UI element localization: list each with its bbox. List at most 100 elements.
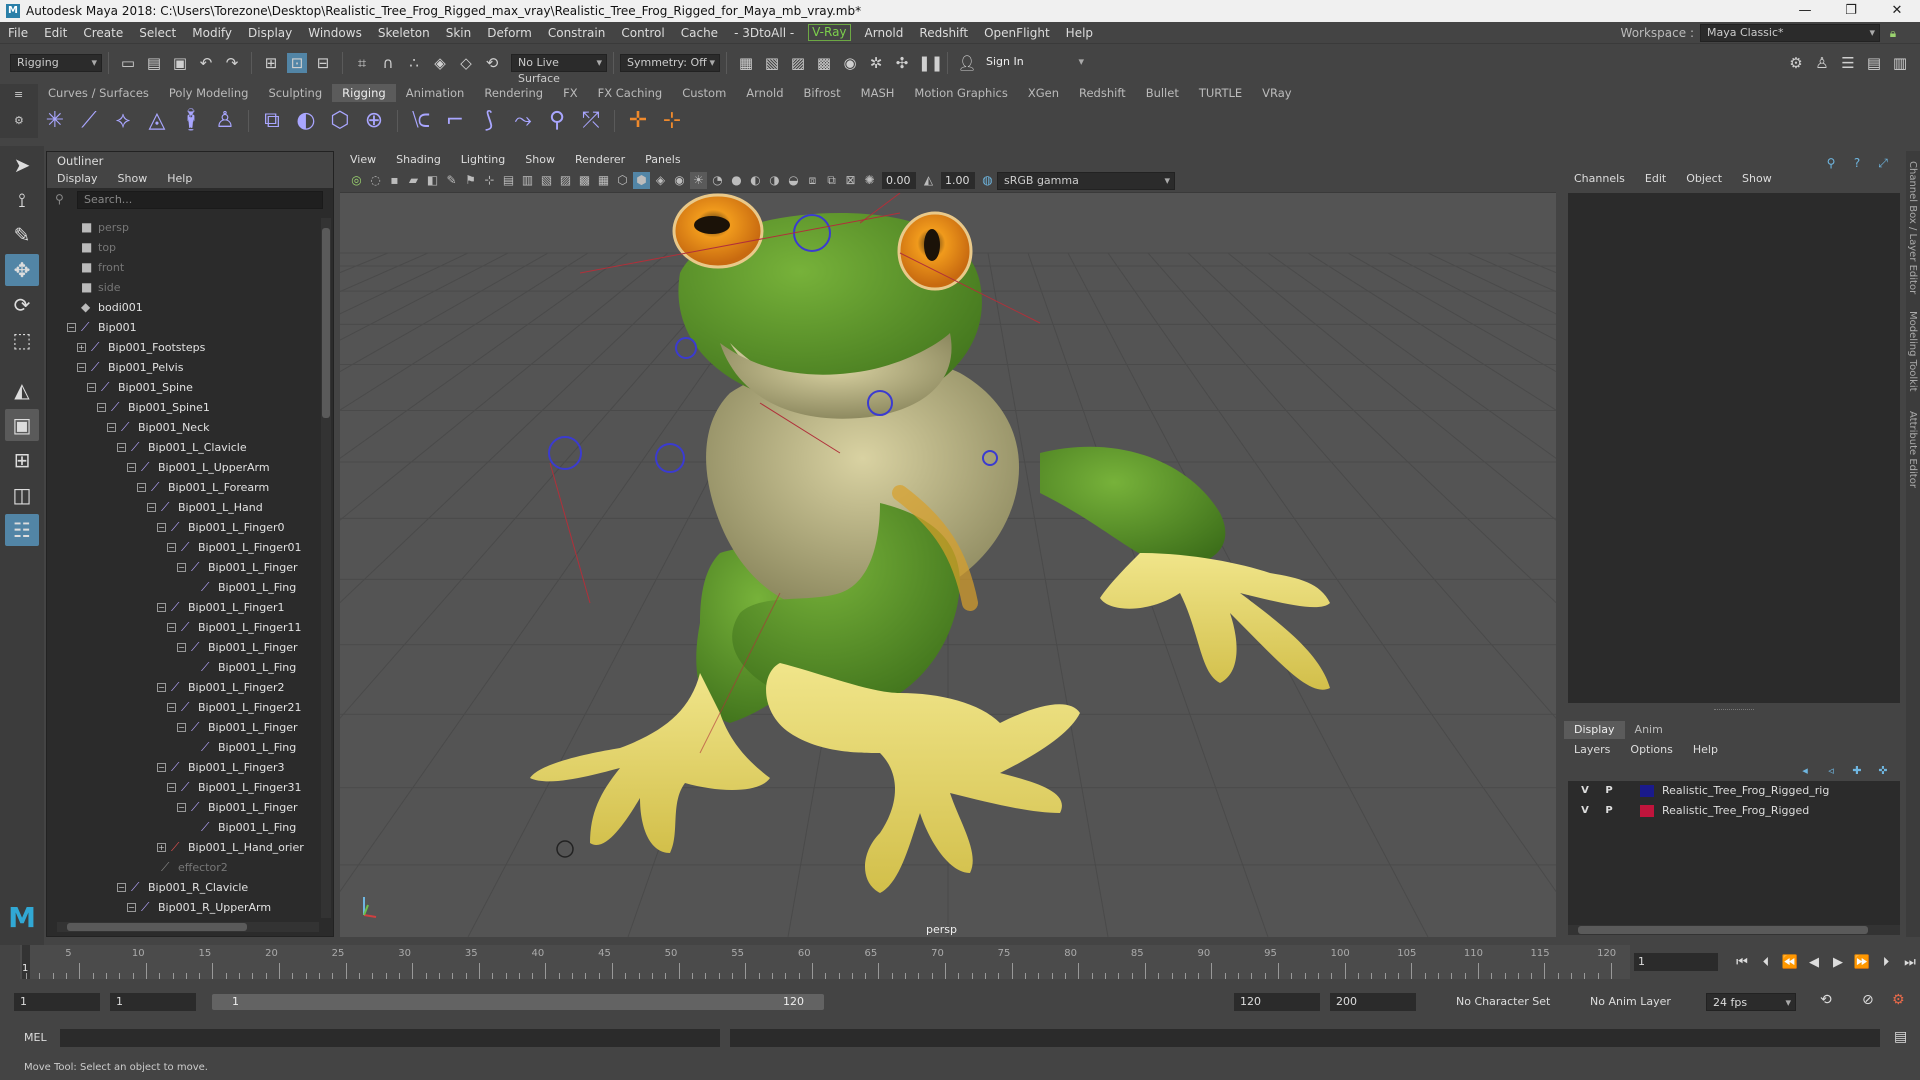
layer-tab-display[interactable]: Display [1564,721,1625,739]
collapse-icon[interactable]: − [177,563,186,572]
use-all-lights-icon[interactable]: ☀︎ [690,172,707,189]
xray-joints-icon[interactable]: ⊠ [842,172,859,189]
menu-arnold[interactable]: Arnold [857,22,912,44]
move-layer-up-icon[interactable]: ◂ [1795,761,1815,781]
collapse-icon[interactable]: − [167,543,176,552]
menu-help[interactable]: Help [1058,22,1101,44]
outliner-item[interactable]: − ⟋ Bip001_L_Finger11 [47,618,317,638]
grid-toggle-icon[interactable]: ⊹ [481,172,498,189]
time-ruler[interactable]: 1 5 10 15 20 25 30 35 40 45 50 55 60 65 70 75 80 85 90 95 1… [20,945,1630,979]
render-frame-icon[interactable]: ▦ [736,53,756,73]
scrollbar-thumb[interactable] [322,228,330,418]
range-bar[interactable]: 1 120 [212,994,824,1010]
viewport-menu-view[interactable]: View [340,151,386,169]
menuset-dropdown[interactable]: Rigging [10,54,102,72]
outliner-item[interactable]: ⟋ Bip001_L_Fing [47,658,317,678]
collapse-icon[interactable]: − [177,803,186,812]
new-layer-icon[interactable]: ✚ [1847,761,1867,781]
expand-icon[interactable]: + [157,843,166,852]
play-backwards-icon[interactable]: ◀ [1802,955,1826,970]
step-back-frame-icon[interactable]: ⏴ [1754,955,1778,970]
outliner-item[interactable]: − ⟋ Bip001_L_Finger21 [47,698,317,718]
menu-3dtoall[interactable]: - 3DtoAll - [726,22,802,44]
snap-view-icon[interactable]: ◈ [430,53,450,73]
insert-joint-icon[interactable]: ⟋ [75,107,103,135]
channel-box-area[interactable] [1568,193,1900,703]
scale-tool-icon[interactable]: ⬚ [5,324,39,356]
select-tool-icon[interactable]: ➤ [5,149,39,181]
animation-start-field[interactable]: 1 [14,993,100,1011]
menu-file[interactable]: File [0,22,36,44]
single-perspective-layout-icon[interactable]: ▣ [5,409,39,441]
view-transform-dropdown[interactable]: sRGB gamma [997,171,1175,190]
menu-deform[interactable]: Deform [479,22,540,44]
go-to-start-icon[interactable]: ⏮ [1730,955,1754,970]
live-surface-field[interactable]: No Live Surface [511,54,607,85]
collapse-icon[interactable]: − [67,323,76,332]
shelf-options-icon[interactable]: ⚙︎ [14,114,24,127]
search-filter-icon[interactable]: ⚲ [55,192,64,206]
modeling-toolkit-icon[interactable]: ⚙︎ [1786,53,1806,73]
layer-row[interactable]: V P Realistic_Tree_Frog_Rigged [1568,801,1900,821]
viewport-panel[interactable]: View Shading Lighting Show Renderer Panels ◎ … [340,151,1556,937]
collapse-icon[interactable]: − [167,783,176,792]
workspace-dropdown[interactable]: Maya Classic* [1700,24,1880,42]
collapse-icon[interactable]: − [157,603,166,612]
snap-surface-icon[interactable]: ◇ [456,53,476,73]
layer-menu-help[interactable]: Help [1683,741,1728,759]
menu-create[interactable]: Create [75,22,131,44]
viewport-menu-renderer[interactable]: Renderer [565,151,635,169]
grease-pencil-icon[interactable]: ✎ [443,172,460,189]
exposure-field[interactable]: 0.00 [882,172,916,189]
collapse-icon[interactable]: − [157,683,166,692]
shelf-tab-curves-surfaces[interactable]: Curves / Surfaces [38,84,159,102]
safe-action-icon[interactable]: ▩ [576,172,593,189]
outliner-horizontal-scrollbar[interactable] [57,922,319,932]
outliner-item[interactable]: − ⟋ Bip001_L_Forearm [47,478,317,498]
new-scene-icon[interactable]: ▭ [118,53,138,73]
outliner-item[interactable]: − ⟋ Bip001_L_Finger2 [47,678,317,698]
viewport-3d-canvas[interactable] [340,193,1556,937]
script-editor-icon[interactable]: ▤ [1894,1029,1907,1045]
safe-title-icon[interactable]: ▦ [595,172,612,189]
ik-handle-icon[interactable]: ⟈ [407,107,435,135]
open-scene-icon[interactable]: ▤ [144,53,164,73]
outliner-item[interactable]: − ⟋ Bip001_L_Finger01 [47,538,317,558]
shelf-tab-custom[interactable]: Custom [672,84,736,102]
ipr-render-icon[interactable]: ▨ [788,53,808,73]
play-forwards-icon[interactable]: ▶ [1826,955,1850,970]
vray-ipr-icon[interactable]: ✣ [892,53,912,73]
outliner-item[interactable]: ⟋ effector2 [47,858,317,878]
resolution-gate-icon[interactable]: ▥ [519,172,536,189]
collapse-icon[interactable]: − [127,463,136,472]
lasso-tool-icon[interactable]: ⟟ [5,184,39,216]
select-object-icon[interactable]: ⊡ [287,53,307,73]
menu-constrain[interactable]: Constrain [540,22,614,44]
snap-curve-icon[interactable]: ∩ [378,53,398,73]
shelf-tab-vray[interactable]: VRay [1252,84,1301,102]
outliner-search-input[interactable]: Search... [77,191,323,209]
four-view-layout-icon[interactable]: ⊞ [5,444,39,476]
outliner-item[interactable]: − ⟋ Bip001_L_Clavicle [47,438,317,458]
color-management-icon[interactable]: ◍ [979,172,996,189]
outliner-item[interactable]: − ⟋ Bip001_Pelvis [47,358,317,378]
outliner-item[interactable]: ■ persp [47,218,317,238]
collapse-icon[interactable]: − [87,383,96,392]
wireframe-on-shaded-icon[interactable]: ◈ [652,172,669,189]
mirror-joint-icon[interactable]: ⟡ [109,107,137,135]
side-tab-attribute-editor[interactable]: Attribute Editor [1907,411,1918,488]
outliner-item[interactable]: − ⟋ Bip001_L_Hand [47,498,317,518]
collapse-icon[interactable]: − [157,763,166,772]
gamma-field[interactable]: 1.00 [941,172,975,189]
attribute-editor-icon[interactable]: ☰ [1838,53,1858,73]
snap-history-icon[interactable]: ⟲ [482,53,502,73]
outliner-item[interactable]: − ⟋ Bip001_L_Finger0 [47,518,317,538]
scrollbar-thumb[interactable] [1578,926,1868,934]
render-view-icon[interactable]: ▧ [762,53,782,73]
ambient-occlusion-icon[interactable]: ● [728,172,745,189]
scrollbar-thumb[interactable] [67,923,247,931]
shelf-tab-sculpting[interactable]: Sculpting [258,84,332,102]
character-set-dropdown[interactable]: No Character Set [1450,993,1560,1011]
outliner-item[interactable]: − ⟋ Bip001_L_UpperArm [47,458,317,478]
minimize-button[interactable]: — [1782,0,1828,22]
